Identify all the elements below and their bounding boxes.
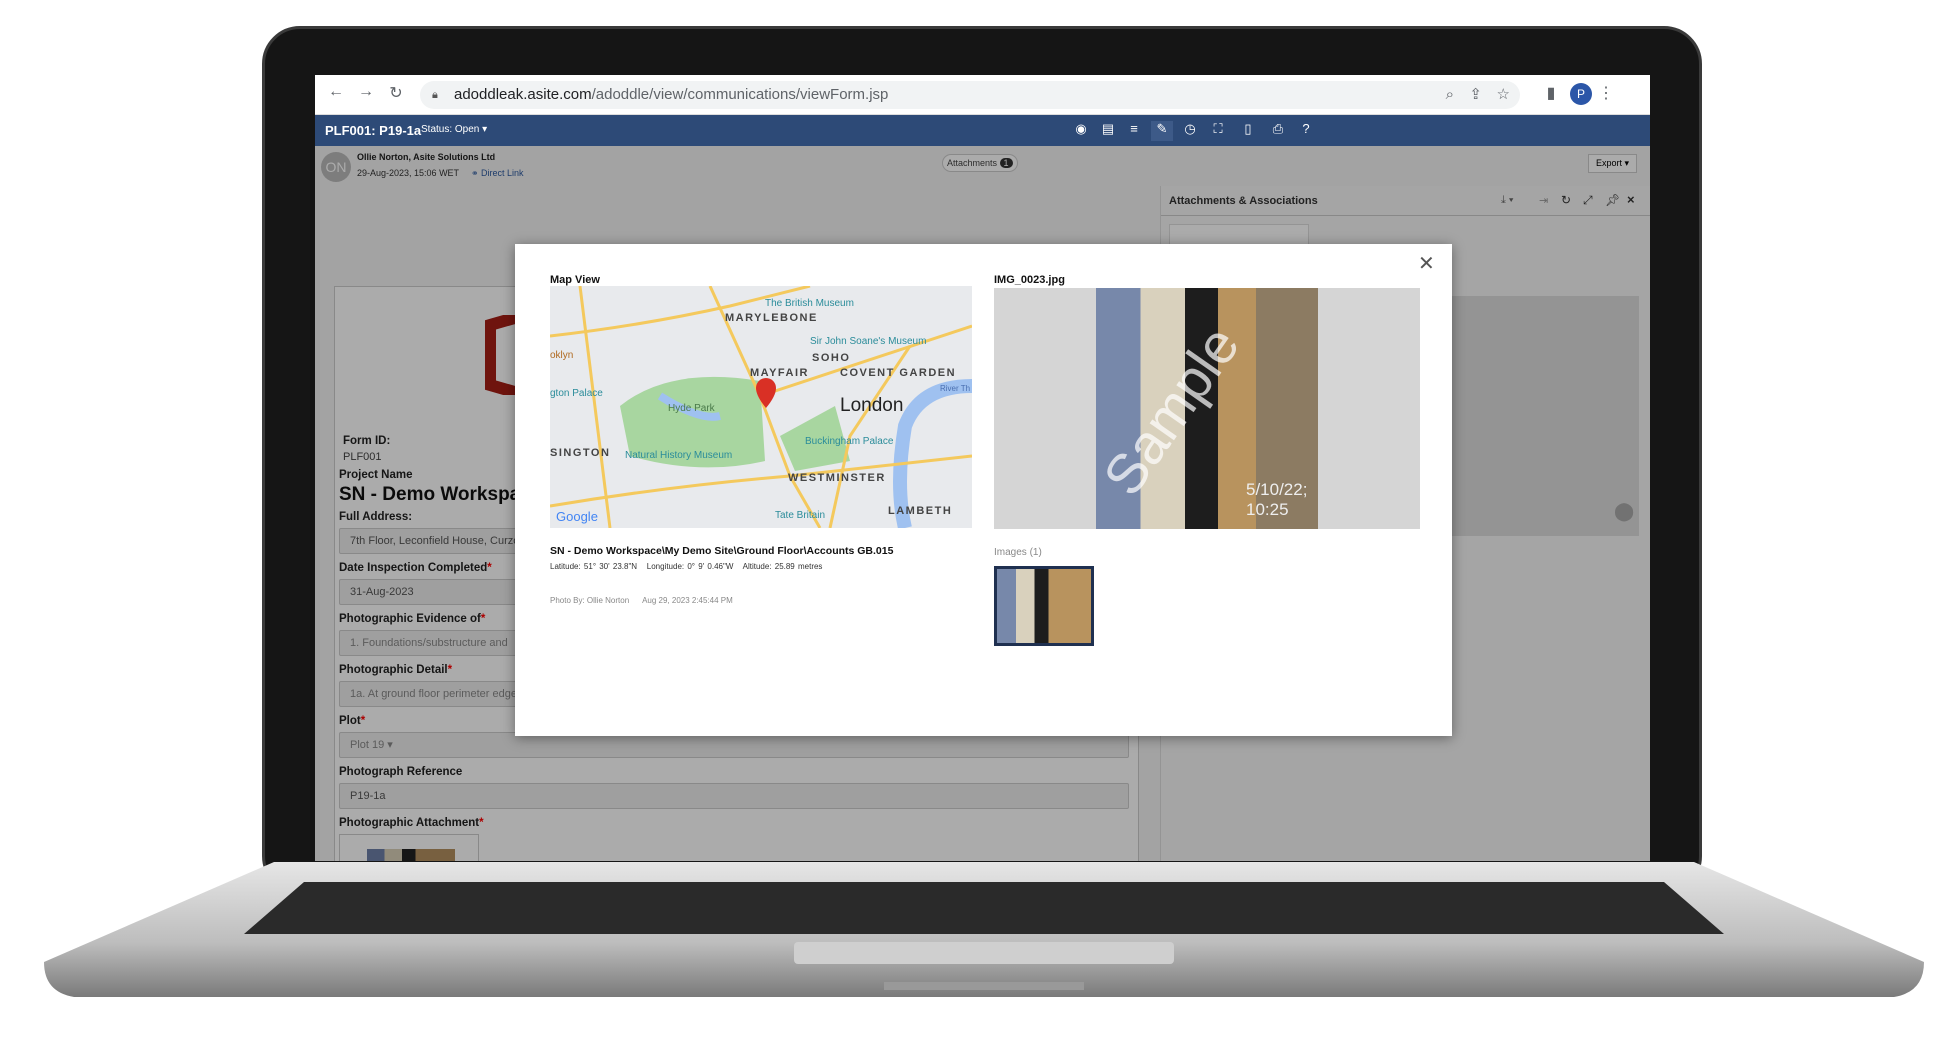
browser-toolbar: ← → ↻ 🔒︎ adoddleak.asite.com/adoddle/vie… [315,75,1650,115]
photo-by: Photo By: Ollie Norton [550,596,630,605]
map-view[interactable]: MARYLEBONE The British Museum Sir John S… [550,286,972,528]
map-label: oklyn [550,350,573,361]
expand-icon[interactable]: ⛶ [1207,121,1229,141]
share-icon[interactable]: ⇪ [1469,81,1482,109]
altitude: Altitude: 25.89 metres [742,562,823,571]
address-bar[interactable]: 🔒︎ adoddleak.asite.com/adoddle/view/comm… [420,81,1520,109]
profile-avatar[interactable]: P [1570,83,1592,105]
map-label: The British Museum [765,298,854,309]
map-label: WESTMINSTER [788,472,886,484]
url-host: adoddleak.asite.com [454,86,592,103]
map-label: LAMBETH [888,505,952,517]
browser-window: ← → ↻ 🔒︎ adoddleak.asite.com/adoddle/vie… [315,75,1650,861]
forms-icon[interactable]: ▤ [1097,121,1119,141]
map-label: MAYFAIR [750,367,809,379]
url-path: /adoddle/view/communications/viewForm.js… [591,86,889,103]
image-thumbnail[interactable] [994,566,1094,646]
photo-timestamp-date: 5/10/22; [1246,480,1308,499]
panel-header: Attachments & Associations ⤓ ▾ ⇥ ↻ ⤢ 📌︎ … [1161,186,1650,216]
discussion-icon[interactable]: ◉ [1070,121,1092,141]
map-label: gton Palace [550,388,603,399]
laptop-base [44,862,1924,997]
photo-date: Aug 29, 2023 2:45:44 PM [642,596,733,605]
map-label: Sir John Soane's Museum [810,336,926,347]
map-title: Map View [550,274,600,286]
photo-timestamp-time: 10:25 [1246,500,1289,519]
help-icon[interactable]: ? [1295,121,1317,141]
latitude: Latitude: 51° 30' 23.8"N [550,562,638,571]
image-preview[interactable]: Sample 5/10/22; 10:25 [994,288,1420,529]
map-label: COVENT GARDEN [840,367,956,379]
form-title: PLF001: P19-1a [325,123,422,138]
pin-icon[interactable]: 📌︎ [1605,193,1620,207]
photo-image: Sample 5/10/22; 10:25 [1091,288,1318,529]
map-label: SINGTON [550,447,610,459]
document-icon[interactable]: ▯ [1237,121,1259,141]
map-label: SOHO [812,352,850,364]
longitude: Longitude: 0° 9' 0.46"W [646,562,734,571]
google-logo: Google [556,509,598,524]
maximize-icon[interactable]: ⤢ [1583,193,1593,208]
lock-icon: 🔒︎ [432,89,438,101]
map-label: Buckingham Palace [805,436,894,447]
watermark: Sample [1090,314,1252,507]
attachment-icon[interactable]: ✎ [1151,121,1173,141]
print-icon[interactable]: ⎙ [1267,121,1289,141]
reload-icon[interactable]: ↻ [385,83,407,103]
photo-location-modal: ✕ Map View MARYLEBONE The British Museum… [515,244,1452,736]
images-count-label: Images (1) [994,547,1042,558]
map-label: London [840,395,903,416]
map-label: Natural History Museum [625,450,732,461]
status-dropdown[interactable]: Status: Open ▾ [421,124,487,135]
close-panel-icon[interactable]: × [1627,192,1635,207]
menu-kebab-icon[interactable]: ⋮ [1595,83,1617,103]
list-icon[interactable]: ≡ [1123,121,1145,141]
zoom-icon[interactable]: ⌕ [1446,81,1454,109]
close-icon[interactable]: ✕ [1418,251,1435,276]
status-label: Status: Open [421,124,480,135]
form-header: PLF001: P19-1a Status: Open ▾ ◉ ▤ ≡ ✎ ◷ … [315,115,1650,146]
image-name: IMG_0023.jpg [994,274,1065,286]
map-label: Hyde Park [668,403,716,414]
map-label: River Th [940,384,970,393]
share-out-icon[interactable]: ⇥ [1539,194,1548,207]
back-icon[interactable]: ← [325,83,347,101]
bookmark-star-icon[interactable]: ☆ [1497,81,1510,109]
location-path: SN - Demo Workspace\My Demo Site\Ground … [550,545,894,557]
map-label: MARYLEBONE [725,312,818,324]
download-icon[interactable]: ⤓ ▾ [1501,194,1514,207]
forward-icon[interactable]: → [355,83,377,101]
map-label: Tate Britain [775,510,825,521]
panel-title: Attachments & Associations [1169,195,1318,207]
history-icon[interactable]: ◷ [1179,121,1201,141]
sidepanel-icon[interactable]: ▮ [1540,83,1562,103]
refresh-icon[interactable]: ↻ [1561,193,1571,207]
